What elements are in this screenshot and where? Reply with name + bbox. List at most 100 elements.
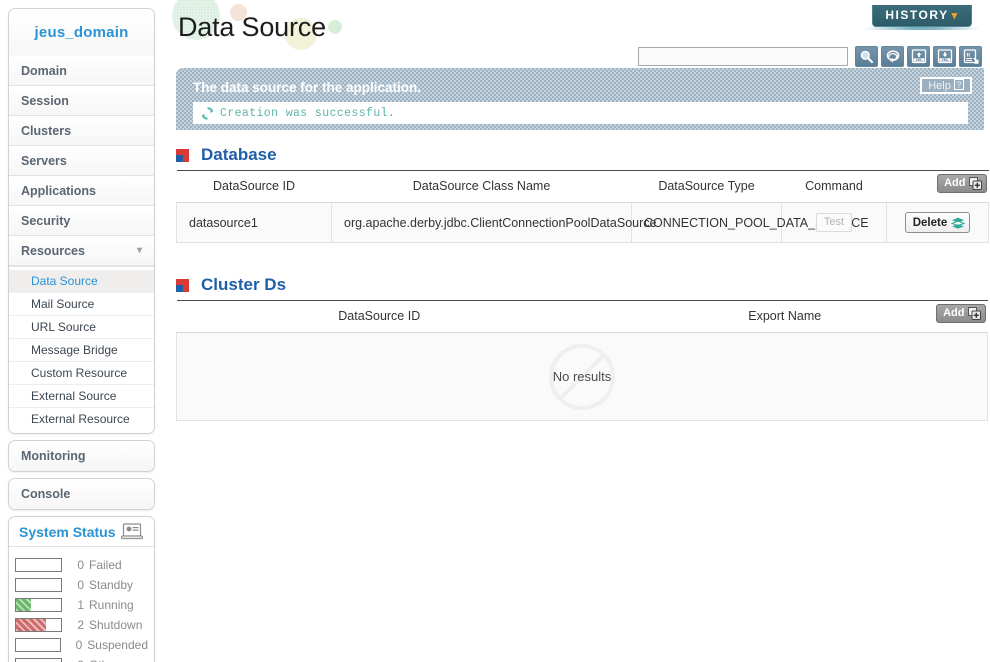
sidebar-subitem-label: Message Bridge: [31, 343, 118, 357]
sidebar-item-external-source[interactable]: External Source: [9, 385, 154, 408]
add-cluster-datasource-button[interactable]: Add: [936, 304, 986, 323]
sidebar-item-custom-resource[interactable]: Custom Resource: [9, 362, 154, 385]
notice-body: Creation was successful.: [193, 102, 968, 124]
sidebar-subitem-label: URL Source: [31, 320, 96, 334]
delete-stack-icon: [951, 217, 966, 229]
xml-upload-icon[interactable]: XML: [907, 45, 930, 67]
sidebar-item-external-resource[interactable]: External Resource: [9, 408, 154, 431]
section-marker-icon: [176, 279, 189, 292]
sidebar-item-label: Security: [21, 214, 71, 228]
sidebar-subitem-label: External Source: [31, 389, 117, 403]
table-header-row: DataSource ID Export Name Add: [176, 300, 988, 333]
main-content: Data Source HISTORY ▾ XML XML R The data…: [170, 0, 990, 662]
column-header-text: Export Name: [748, 309, 822, 323]
status-bar: [15, 657, 62, 662]
sidebar-item-security[interactable]: Security: [9, 206, 154, 236]
section-title-text: Database: [201, 145, 277, 164]
history-button[interactable]: HISTORY ▾: [872, 5, 972, 27]
history-underline: [864, 27, 980, 30]
system-status-list: 0 Failed 0 Standby 1 Running 2 Shutdown …: [9, 547, 154, 662]
system-status-header: System Status: [9, 517, 154, 547]
sidebar-item-resources[interactable]: Resources ▾: [9, 236, 154, 266]
add-plus-icon: [968, 177, 982, 190]
notice-message: Creation was successful.: [220, 106, 396, 120]
cluster-ds-section-title: Cluster Ds: [176, 275, 988, 295]
cell-datasource-id: datasource1: [176, 202, 332, 243]
status-bar: [15, 637, 61, 652]
sidebar-item-label: Domain: [21, 64, 67, 78]
sidebar-item-label: Clusters: [21, 124, 72, 138]
status-label: Shutdown: [89, 617, 143, 632]
status-label: Failed: [89, 557, 122, 572]
status-bar: [15, 597, 62, 612]
page-header: Data Source HISTORY ▾ XML XML R: [170, 0, 990, 67]
sidebar-item-clusters[interactable]: Clusters: [9, 116, 154, 146]
help-button[interactable]: Help?: [920, 77, 972, 94]
status-label: Other: [89, 658, 119, 662]
sidebar-item-session[interactable]: Session: [9, 86, 154, 116]
sidebar-item-label: Console: [21, 487, 71, 501]
sidebar-item-label: Applications: [21, 184, 97, 198]
table-empty-row: No results: [176, 332, 988, 421]
add-label: Add: [943, 307, 965, 319]
column-header-datasource-type: DataSource Type: [631, 170, 782, 203]
sidebar-item-applications[interactable]: Applications: [9, 176, 154, 206]
table-row: datasource1 org.apache.derby.jdbc.Client…: [176, 202, 989, 243]
sidebar-item-url-source[interactable]: URL Source: [9, 316, 154, 339]
status-count: 0: [72, 658, 84, 662]
test-button[interactable]: Test: [816, 213, 852, 232]
history-label: HISTORY: [885, 8, 949, 22]
status-count: 0: [77, 577, 84, 592]
laptop-icon: [121, 523, 143, 540]
cell-class-name: org.apache.derby.jdbc.ClientConnectionPo…: [331, 202, 656, 243]
sidebar-monitoring-panel: Monitoring: [8, 440, 155, 472]
sidebar-item-label: Session: [21, 94, 69, 108]
section-marker-icon: [176, 149, 189, 162]
sidebar-subnav-resources: Data Source Mail Source URL Source Messa…: [9, 266, 154, 433]
system-status-title: System Status: [19, 524, 116, 540]
cell-no-results: No results: [176, 332, 988, 421]
sidebar-item-servers[interactable]: Servers: [9, 146, 154, 176]
column-header-class-name: DataSource Class Name: [331, 170, 632, 203]
sidebar-subitem-label: Custom Resource: [31, 366, 128, 380]
add-plus-icon: [967, 307, 981, 320]
column-header-command: Command: [781, 170, 887, 203]
column-header-datasource-id: DataSource ID: [176, 170, 332, 203]
add-database-datasource-button[interactable]: Add: [937, 174, 987, 193]
sidebar-item-message-bridge[interactable]: Message Bridge: [9, 339, 154, 362]
chevron-down-icon: ▾: [951, 10, 959, 22]
database-section: Database DataSource ID DataSource Class …: [176, 145, 989, 243]
sidebar-nav-panel: jeus_domain Domain Session Clusters Serv…: [8, 8, 155, 434]
sidebar-item-console[interactable]: Console: [9, 479, 154, 509]
status-row-failed: 0 Failed: [15, 555, 148, 574]
search-icon[interactable]: [855, 45, 878, 67]
sidebar-subitem-label: External Resource: [31, 412, 130, 426]
cell-delete: Delete: [886, 202, 989, 243]
sidebar-item-monitoring[interactable]: Monitoring: [9, 441, 154, 471]
status-row-suspended: 0 Suspended: [15, 635, 148, 654]
sidebar-item-label: Servers: [21, 154, 67, 168]
status-count: 0: [75, 637, 83, 652]
question-mark-icon: ?: [953, 79, 964, 90]
sidebar-item-mail-source[interactable]: Mail Source: [9, 293, 154, 316]
refresh-icon[interactable]: [881, 45, 904, 67]
svg-text:R: R: [966, 52, 970, 58]
search-toolbar: XML XML R: [638, 45, 982, 67]
notice-heading: The data source for the application.: [193, 80, 422, 95]
status-label: Running: [89, 597, 134, 612]
sidebar-item-data-source[interactable]: Data Source: [9, 270, 154, 293]
database-table: DataSource ID DataSource Class Name Data…: [176, 170, 989, 243]
sidebar: jeus_domain Domain Session Clusters Serv…: [8, 8, 155, 662]
status-label: Suspended: [87, 637, 148, 652]
status-row-shutdown: 2 Shutdown: [15, 615, 148, 634]
column-header-actions: Add: [886, 170, 989, 203]
status-bar: [15, 577, 62, 592]
search-input[interactable]: [638, 46, 848, 66]
reload-resource-icon[interactable]: R: [959, 45, 982, 67]
xml-download-icon[interactable]: XML: [933, 45, 956, 67]
delete-button[interactable]: Delete: [904, 212, 971, 233]
sidebar-item-domain[interactable]: Domain: [9, 56, 154, 86]
add-label: Add: [944, 177, 966, 189]
notice-panel: The data source for the application. Cre…: [176, 68, 984, 130]
cell-datasource-type: CONNECTION_POOL_DATA_SOURCE: [631, 202, 869, 243]
